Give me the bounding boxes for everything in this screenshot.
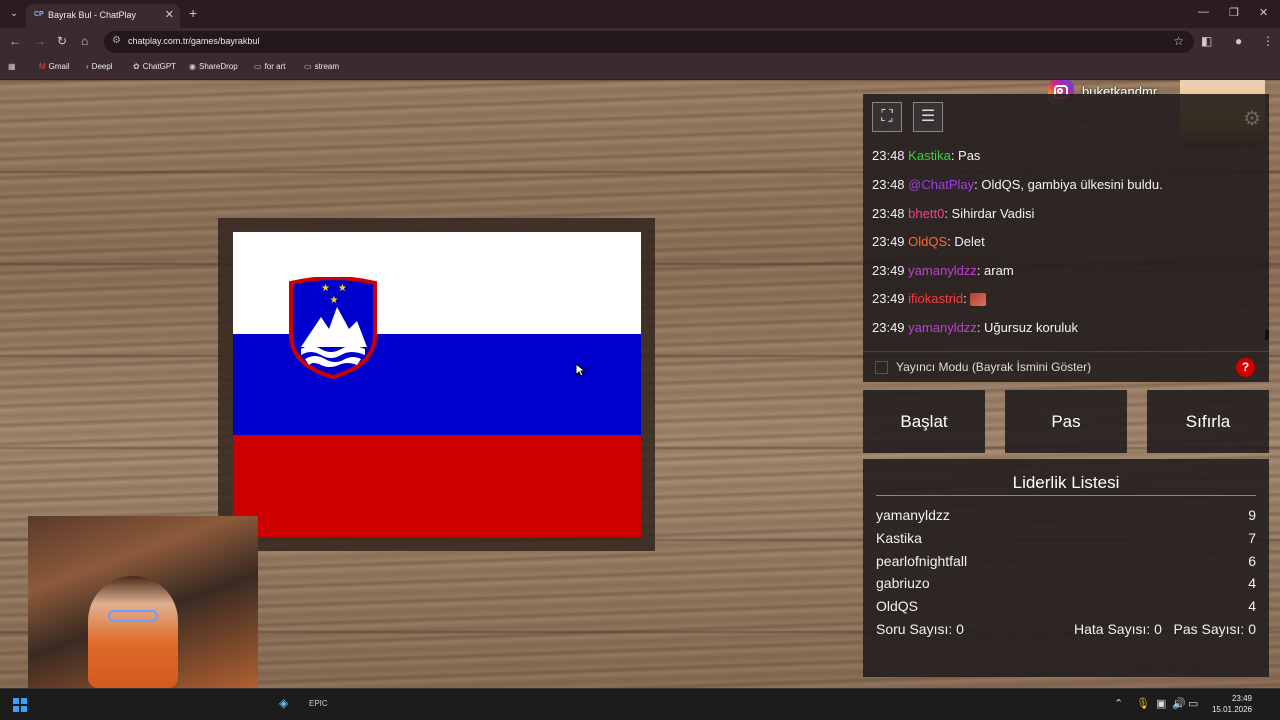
chat-toggle-icon[interactable]: ☰ [913,102,943,132]
start-button[interactable]: Başlat [863,390,985,453]
tab-title: Bayrak Bul - ChatPlay [48,10,137,20]
epic-games-icon[interactable]: EPIC [309,699,328,708]
site-info-icon[interactable]: ⚙ [112,35,121,46]
mouse-cursor-icon [575,363,585,377]
new-tab-icon[interactable]: + [189,5,197,21]
volume-icon[interactable]: 🔊 [1172,697,1186,710]
tab-search-chevron-icon[interactable]: ⌄ [6,6,22,22]
chat-panel: ⛶ ☰ ⚙ 23:48 Kastika: Pas 23:48 @ChatPlay… [863,94,1269,382]
tab-close-icon[interactable]: ✕ [165,8,174,21]
folder-icon: ▭ [304,62,312,71]
flag-image: ★ ★ ★ [233,232,641,537]
bookmark-for-art[interactable]: ▭ for art [254,62,285,71]
bookmark-star-icon[interactable]: ☆ [1173,34,1184,48]
tab-favicon-icon: CP [34,11,44,18]
pass-count: Pas Sayısı: 0 [1173,621,1256,637]
leaderboard-row: yamanyldzz 9 [876,507,1256,523]
webcam-overlay [28,516,258,688]
tray-chevron-icon[interactable]: ⌃ [1114,697,1123,710]
deepl-icon: › [86,62,89,71]
game-page: ★ ★ ★ buketkandmr ⛶ ☰ ⚙ 23:48 Kastika: P… [0,80,1280,688]
chat-message: 23:49 yamanyldzz: aram [872,263,1014,278]
svg-text:★: ★ [321,283,330,294]
gmail-icon: M [39,62,46,71]
leaderboard-panel: Liderlik Listesi yamanyldzz 9 Kastika 7 pe… [863,459,1269,677]
minimize-icon[interactable]: — [1198,6,1209,18]
bookmark-stream[interactable]: ▭ stream [304,62,339,71]
extensions-icon[interactable]: ◧ [1201,34,1212,48]
bookmarks-bar: ▦ M Gmail › Deepl ✿ ChatGPT ◉ ShareDrop ▭ for… [0,56,1280,80]
forward-icon[interactable]: → [34,34,46,48]
home-icon[interactable]: ⌂ [81,34,88,48]
chat-scrollbar[interactable] [1265,330,1269,340]
streamer-webcam [88,576,178,688]
sharedrop-icon: ◉ [189,62,196,71]
reload-icon[interactable]: ↻ [57,34,67,48]
window-close-icon[interactable]: ✕ [1259,6,1268,19]
help-button[interactable]: ? [1236,358,1255,377]
profile-icon[interactable]: ● [1235,34,1242,48]
streamer-mode-label: Yayıncı Modu (Bayrak İsmini Göster) [896,360,1092,374]
battery-icon[interactable]: ▭ [1188,697,1198,710]
taskbar-clock[interactable]: 23:49 15.01.2026 [1206,693,1252,715]
chat-message: 23:49 yamanyldzz: Uğursuz koruluk [872,320,1078,335]
chat-message: 23:49 ifiokastrid: [872,291,987,307]
url-text: chatplay.com.tr/games/bayrakbul [128,36,260,46]
leaderboard-divider [876,495,1256,496]
error-count: Hata Sayısı: 0 [1074,621,1162,637]
microphone-icon[interactable]: 🎙 [1136,697,1150,710]
leaderboard-title: Liderlik Listesi [1012,473,1120,492]
restore-icon[interactable]: ❐ [1229,6,1239,19]
streamer-mode-row: Yayıncı Modu (Bayrak İsmini Göster) ? [863,351,1269,382]
streamer-glasses [108,610,158,622]
svg-text:★: ★ [330,295,339,306]
svg-text:★: ★ [338,283,347,294]
chat-message: 23:48 @ChatPlay: OldQS, gambiya ülkesini… [872,177,1163,192]
coat-of-arms-icon: ★ ★ ★ [289,277,377,379]
chat-message: 23:49 OldQS: Delet [872,234,985,249]
pass-button[interactable]: Pas [1005,390,1127,453]
browser-toolbar: ← → ↻ ⌂ ⚙ chatplay.com.tr/games/bayrakbu… [0,28,1280,56]
steam-icon[interactable]: ◈ [279,696,288,710]
menu-icon[interactable]: ⋮ [1262,34,1274,48]
bookmark-gmail[interactable]: M Gmail [39,62,70,71]
leaderboard-row: pearlofnightfall 6 [876,553,1256,569]
bookmark-sharedrop[interactable]: ◉ ShareDrop [189,62,238,71]
address-bar[interactable]: ⚙ chatplay.com.tr/games/bayrakbul ☆ [104,31,1194,53]
display-icon[interactable]: ▣ [1156,697,1166,710]
reset-button[interactable]: Sıfırla [1147,390,1269,453]
leaderboard-row: gabriuzo 4 [876,575,1256,591]
back-icon[interactable]: ← [9,34,21,48]
chat-message: 23:48 bhett0: Sihirdar Vadisi [872,206,1035,221]
fullscreen-icon[interactable]: ⛶ [872,102,902,132]
apps-grid-icon[interactable]: ▦ [8,62,19,71]
chat-message: 23:48 Kastika: Pas [872,148,981,163]
leaderboard-row: Kastika 7 [876,530,1256,546]
chatgpt-icon: ✿ [133,62,140,71]
streamer-mode-checkbox[interactable] [875,361,888,374]
leaderboard-row: OldQS 4 [876,598,1256,614]
tab-active[interactable]: CP Bayrak Bul - ChatPlay ✕ [26,4,180,28]
flag-red-stripe [233,435,641,537]
flag-frame: ★ ★ ★ [218,218,655,551]
game-stats: Soru Sayısı: 0 Hata Sayısı: 0 Pas Sayısı… [876,621,1256,637]
question-count: Soru Sayısı: 0 [876,621,964,637]
tab-bar: ⌄ CP Bayrak Bul - ChatPlay ✕ + — ❐ ✕ [0,0,1280,28]
bookmark-chatgpt[interactable]: ✿ ChatGPT [133,62,176,71]
emote-icon [970,293,987,307]
windows-taskbar: ◈ EPIC ⌃ 🎙 ▣ 🔊 ▭ 23:49 15.01.2026 [0,688,1280,720]
folder-icon: ▭ [254,62,262,71]
windows-start-icon[interactable] [13,698,27,712]
settings-gear-icon[interactable]: ⚙ [1243,106,1261,131]
bookmark-deepl[interactable]: › Deepl [86,62,113,71]
